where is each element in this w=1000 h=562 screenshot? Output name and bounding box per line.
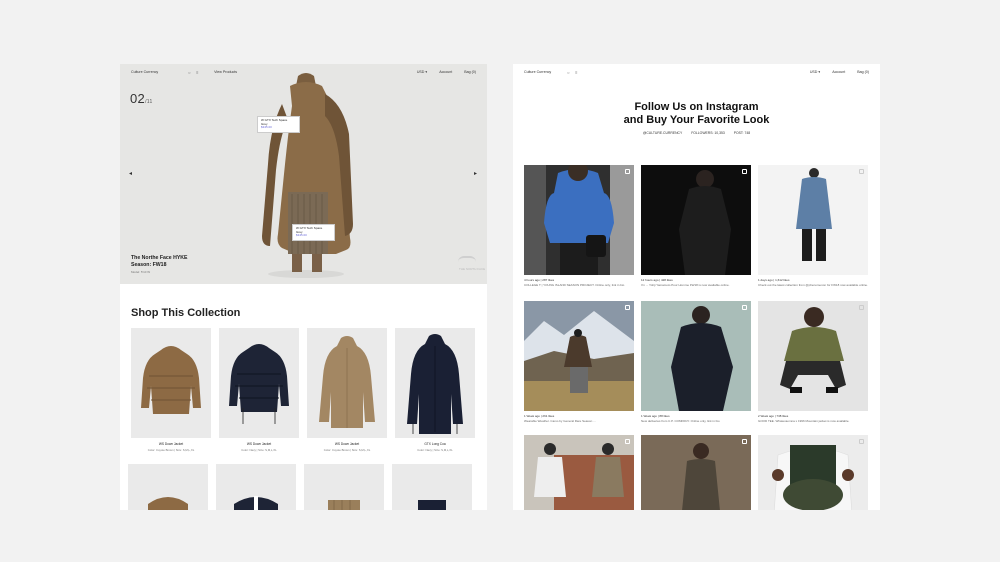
account-link[interactable]: Account	[439, 70, 452, 74]
top-nav: Culture Currency ○ ≡ View Products USD ▾…	[120, 64, 487, 80]
instagram-stats: @CULTURE.CURRENCY FOLLOWERS: 10,353 POST…	[513, 131, 880, 135]
multi-photo-icon	[742, 169, 747, 174]
post-image	[524, 165, 634, 275]
instagram-handle[interactable]: @CULTURE.CURRENCY	[643, 131, 682, 135]
search-icon[interactable]: ○	[567, 70, 575, 75]
product-image[interactable]	[392, 464, 472, 510]
post-caption: I'm ... Yohji Yamamoto Pour Homme FW18 i…	[641, 283, 730, 287]
product-name: WS Down Jacket	[334, 442, 360, 446]
instagram-page-panel: Culture Currency ○ ≡ USD ▾ Account Bag (…	[513, 64, 880, 510]
page-title-line1: Follow Us on Instagram	[634, 101, 759, 113]
bag-link[interactable]: Bag (0)	[464, 70, 476, 74]
product-image[interactable]	[304, 464, 384, 510]
post-image	[524, 301, 634, 411]
search-icon[interactable]: ○	[188, 70, 196, 75]
brand-logo[interactable]: Culture Currency	[524, 70, 551, 74]
instagram-post[interactable]: 1 Week ago | 261 likes Wearable Weather.…	[524, 301, 634, 423]
brand-mark-text: THE NORTH FACE	[459, 267, 486, 271]
menu-icon[interactable]: ≡	[196, 70, 204, 75]
product-card[interactable]: GTX Long Coa Color: Navy | Size: S,M,L,X…	[395, 328, 475, 452]
post-image	[524, 435, 634, 510]
multi-photo-icon	[859, 305, 864, 310]
product-tag[interactable]: W GTX Tech Space Grey $345.00	[292, 224, 335, 241]
post-image	[758, 435, 868, 510]
nav-link-view-products[interactable]: View Products	[214, 70, 237, 74]
section-title: Shop This Collection	[131, 307, 241, 319]
currency-select[interactable]: USD ▾	[810, 70, 820, 74]
product-card[interactable]: WS Down Jacket Color: Navy | Size: S,M,L…	[219, 328, 299, 452]
product-image	[307, 328, 387, 438]
post-caption: Check out the latest collection from @ph…	[758, 283, 868, 287]
product-meta: Color: Navy | Size: S,M,L,XL	[241, 448, 277, 452]
hero-title-line2: Season: FW18	[131, 262, 167, 268]
post-image	[641, 435, 751, 510]
hero-subtext: Model: 5'10 W	[131, 270, 151, 274]
multi-photo-icon	[859, 169, 864, 174]
brand-logo[interactable]: Culture Currency	[131, 70, 158, 74]
instagram-post[interactable]	[524, 435, 634, 510]
multi-photo-icon	[625, 305, 630, 310]
product-name: WS Down Jacket	[158, 442, 184, 446]
product-name: WS Down Jacket	[246, 442, 272, 446]
product-card[interactable]: WS Down Jacket Color: Coyote Brown | Siz…	[131, 328, 211, 452]
hero-title: The Northe Face HYKE Season: FW18	[131, 255, 188, 269]
product-meta: Color: Navy | Size: S,M,L,XL	[417, 448, 453, 452]
page-title: Follow Us on Instagram and Buy Your Favo…	[513, 101, 880, 127]
menu-icon[interactable]: ≡	[575, 70, 583, 75]
product-image	[395, 328, 475, 438]
top-nav: Culture Currency ○ ≡ USD ▾ Account Bag (…	[513, 64, 880, 80]
post-count: POST: 748	[733, 131, 751, 135]
multi-photo-icon	[742, 305, 747, 310]
instagram-post[interactable]: 1 days ago | 1,612 likes Check out the l…	[758, 165, 868, 287]
model-figure	[262, 73, 353, 278]
followers-count: FOLLOWERS: 10,353	[691, 131, 725, 135]
tag-price: $345.00	[296, 233, 307, 238]
post-caption: COLLEGE T | YOUNG ISLAND SEASON PROJECT.…	[524, 283, 625, 287]
product-image[interactable]	[216, 464, 296, 510]
product-meta: Color: Coyote Brown | Size: S,M,L,XL	[323, 448, 371, 452]
post-caption: GOOD TEE. Whatevaomna x 1996 Mountain ja…	[758, 419, 850, 423]
instagram-post[interactable]	[641, 435, 751, 510]
product-image[interactable]	[128, 464, 208, 510]
north-face-logo-icon	[458, 256, 476, 262]
instagram-post[interactable]: 4 hours ago | 287 likes COLLEGE T | YOUN…	[524, 165, 634, 287]
instagram-post[interactable]: 1 Week ago | 88 likes New deliveries fro…	[641, 301, 751, 423]
multi-photo-icon	[859, 439, 864, 444]
post-caption: New deliveries from C.P. COMPANY. Online…	[641, 419, 720, 423]
instagram-post[interactable]: 12 hours ago | 428 likes I'm ... Yohji Y…	[641, 165, 751, 287]
post-meta: 1 Week ago | 261 likes	[524, 414, 555, 418]
post-meta: 2 Week ago | 738 likes	[758, 414, 789, 418]
multi-photo-icon	[625, 439, 630, 444]
post-meta: 12 hours ago | 428 likes	[641, 278, 673, 282]
product-image	[219, 328, 299, 438]
product-card[interactable]: WS Down Jacket Color: Coyote Brown | Siz…	[307, 328, 387, 452]
page-title-line2: and Buy Your Favorite Look	[623, 114, 770, 126]
product-tag[interactable]: W GTX Tech Space Grey $345.00	[257, 116, 300, 133]
shop-page-panel: Culture Currency ○ ≡ View Products USD ▾…	[120, 64, 487, 510]
multi-photo-icon	[742, 439, 747, 444]
currency-select[interactable]: USD ▾	[417, 70, 427, 74]
multi-photo-icon	[625, 169, 630, 174]
post-image	[641, 301, 751, 411]
tag-price: $345.00	[261, 125, 272, 130]
product-meta: Color: Coyote Brown | Size: S,M,L,XL	[147, 448, 195, 452]
hero-slider: 02/11 ◂ ▸ W GTX Tech Space Grey $345.00	[120, 64, 487, 284]
product-image	[131, 328, 211, 438]
post-meta: 4 hours ago | 287 likes	[524, 278, 555, 282]
bag-link[interactable]: Bag (0)	[857, 70, 869, 74]
instagram-post[interactable]: 2 Week ago | 738 likes GOOD TEE. Whateva…	[758, 301, 868, 423]
post-image	[641, 165, 751, 275]
post-meta: 1 Week ago | 88 likes	[641, 414, 670, 418]
post-image	[758, 301, 868, 411]
instagram-post[interactable]	[758, 435, 868, 510]
post-caption: Wearable Weather. Camo by General Rare S…	[524, 419, 596, 423]
hero-title-line1: The Northe Face HYKE	[131, 255, 188, 261]
product-name: GTX Long Coa	[424, 442, 446, 446]
post-image	[758, 165, 868, 275]
account-link[interactable]: Account	[832, 70, 845, 74]
post-meta: 1 days ago | 1,612 likes	[758, 278, 790, 282]
